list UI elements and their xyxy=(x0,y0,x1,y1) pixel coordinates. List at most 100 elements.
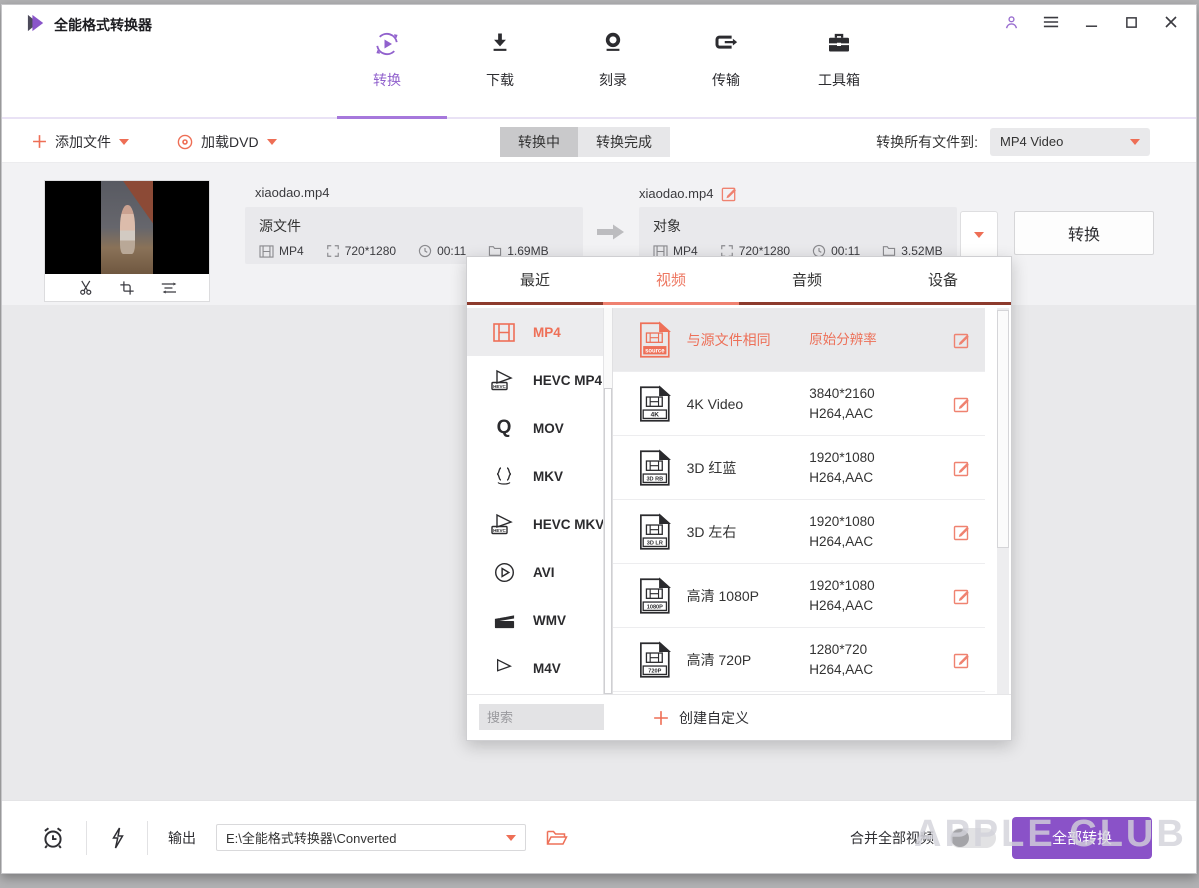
preset-item-720p[interactable]: 720P 高清 720P 1280*720H264,AAC xyxy=(613,628,985,692)
edit-preset-icon[interactable] xyxy=(953,651,971,669)
format-item-wmv[interactable]: WMV xyxy=(467,596,612,644)
mp4-format-icon xyxy=(489,323,519,342)
minimize-button[interactable] xyxy=(1082,13,1100,31)
format-item-mp4[interactable]: MP4 xyxy=(467,308,612,356)
load-dvd-label: 加载DVD xyxy=(201,132,259,152)
tab-finished[interactable]: 转换完成 xyxy=(578,127,670,157)
preset-item-4k[interactable]: 4K 4K Video 3840*2160H264,AAC xyxy=(613,372,985,436)
clock-icon xyxy=(418,244,432,258)
format-item-hevc-mkv[interactable]: HEVC HEVC MKV xyxy=(467,500,612,548)
tab-toolbox[interactable]: 工具箱 xyxy=(789,29,889,95)
output-label: 输出 xyxy=(168,828,196,848)
video-frame xyxy=(101,181,153,274)
format-item-m4v[interactable]: M4V xyxy=(467,644,612,692)
search-input[interactable] xyxy=(479,704,604,730)
output-format-select[interactable]: MP4 Video xyxy=(990,128,1150,156)
create-custom-button[interactable]: 创建自定义 xyxy=(653,695,749,741)
convert-icon xyxy=(372,29,402,64)
load-dvd-button[interactable]: 加载DVD xyxy=(177,120,277,163)
preset-name: 3D 左右 xyxy=(687,522,810,542)
svg-text:HEVC: HEVC xyxy=(493,384,506,389)
preset-scrollbar-thumb[interactable] xyxy=(997,310,1009,548)
preset-item-1080p[interactable]: 1080P 高清 1080P 1920*1080H264,AAC xyxy=(613,564,985,628)
download-icon xyxy=(486,29,514,64)
preset-popup-tabs: 最近 视频 音频 设备 xyxy=(467,257,1011,305)
format-item-mov[interactable]: Q MOV xyxy=(467,404,612,452)
preset-name: 3D 红蓝 xyxy=(687,458,810,478)
schedule-icon[interactable] xyxy=(40,825,66,851)
convert-all-button[interactable]: 全部转换 xyxy=(1012,817,1152,859)
edit-preset-icon[interactable] xyxy=(953,395,971,413)
tab-toolbox-label: 工具箱 xyxy=(818,70,860,90)
preset-item-3d-lr[interactable]: 3D LR 3D 左右 1920*1080H264,AAC xyxy=(613,500,985,564)
tab-download-label: 下载 xyxy=(486,70,514,90)
transfer-icon xyxy=(711,29,741,64)
nav-underline-active xyxy=(337,116,447,119)
footer-left: 输出 E:\全能格式转换器\Converted xyxy=(40,801,568,874)
format-item-avi[interactable]: AVI xyxy=(467,548,612,596)
trim-icon[interactable] xyxy=(78,279,95,296)
close-button[interactable] xyxy=(1162,13,1180,31)
edit-preset-icon[interactable] xyxy=(953,523,971,541)
4k-preset-icon: 4K xyxy=(639,385,671,423)
video-thumbnail-card xyxy=(44,180,210,302)
preset-resolution: 1920*1080 xyxy=(809,576,953,596)
maximize-button[interactable] xyxy=(1122,13,1140,31)
format-item-mkv[interactable]: MKV xyxy=(467,452,612,500)
tab-burn[interactable]: 刻录 xyxy=(563,29,663,95)
svg-text:HEVC: HEVC xyxy=(493,528,506,533)
preset-codec: H264,AAC xyxy=(809,532,953,552)
tab-device[interactable]: 设备 xyxy=(875,257,1011,305)
edit-preset-icon[interactable] xyxy=(953,331,971,349)
tab-download[interactable]: 下载 xyxy=(450,29,550,95)
format-label: WMV xyxy=(533,613,566,628)
crop-icon[interactable] xyxy=(119,280,135,296)
source-duration: 00:11 xyxy=(418,244,466,258)
svg-text:1080P: 1080P xyxy=(647,604,663,610)
tab-audio[interactable]: 音频 xyxy=(739,257,875,305)
format-list-scrollbar[interactable] xyxy=(603,308,612,694)
edit-preset-icon[interactable] xyxy=(953,587,971,605)
format-scrollbar-thumb[interactable] xyxy=(604,388,612,694)
add-file-button[interactable]: 添加文件 xyxy=(32,120,129,163)
format-label: MOV xyxy=(533,421,564,436)
window-controls xyxy=(1002,13,1180,31)
video-thumbnail xyxy=(45,181,209,274)
svg-text:4K: 4K xyxy=(651,411,660,418)
rename-icon[interactable] xyxy=(721,185,738,202)
output-path-caret-icon xyxy=(506,835,516,841)
hardware-accel-icon[interactable] xyxy=(107,826,127,850)
preset-item-source[interactable]: source 与源文件相同 原始分辨率 xyxy=(613,308,985,372)
source-filename: xiaodao.mp4 xyxy=(255,185,329,200)
tab-transfer[interactable]: 传输 xyxy=(676,29,776,95)
hevc-mkv-format-icon: HEVC xyxy=(489,513,519,535)
1080p-preset-icon: 1080P xyxy=(639,577,671,615)
load-dvd-caret-icon[interactable] xyxy=(267,139,277,145)
format-item-hevc-mp4[interactable]: HEVC HEVC MP4 xyxy=(467,356,612,404)
tab-transfer-label: 传输 xyxy=(712,70,740,90)
effects-icon[interactable] xyxy=(159,280,177,296)
tab-convert[interactable]: 转换 xyxy=(337,29,437,95)
preset-item-3d-rb[interactable]: 3D RB 3D 红蓝 1920*1080H264,AAC xyxy=(613,436,985,500)
output-format-caret-icon xyxy=(1130,139,1140,145)
open-folder-icon[interactable] xyxy=(546,829,568,847)
format-label: AVI xyxy=(533,565,555,580)
account-icon[interactable] xyxy=(1002,13,1020,31)
convert-row-button[interactable]: 转换 xyxy=(1014,211,1154,255)
tab-recent[interactable]: 最近 xyxy=(467,257,603,305)
app-window: 全能格式转换器 xyxy=(0,0,1199,888)
plus-icon xyxy=(653,710,669,726)
preset-dropdown-button[interactable] xyxy=(960,211,998,259)
menu-icon[interactable] xyxy=(1042,13,1060,31)
preset-list-scrollbar[interactable] xyxy=(997,308,1009,740)
output-path-select[interactable]: E:\全能格式转换器\Converted xyxy=(216,824,526,851)
merge-videos-toggle[interactable] xyxy=(950,828,996,848)
mkv-format-icon xyxy=(489,466,519,486)
preset-popup: 最近 视频 音频 设备 MP4 HEVC HEVC MP4 Q MOV xyxy=(466,256,1012,741)
preset-codec: H264,AAC xyxy=(809,404,953,424)
tab-converting[interactable]: 转换中 xyxy=(500,127,578,157)
add-file-caret-icon[interactable] xyxy=(119,139,129,145)
edit-preset-icon[interactable] xyxy=(953,459,971,477)
tab-video[interactable]: 视频 xyxy=(603,257,739,305)
footer-right: 合并全部视频 全部转换 xyxy=(850,801,1152,874)
